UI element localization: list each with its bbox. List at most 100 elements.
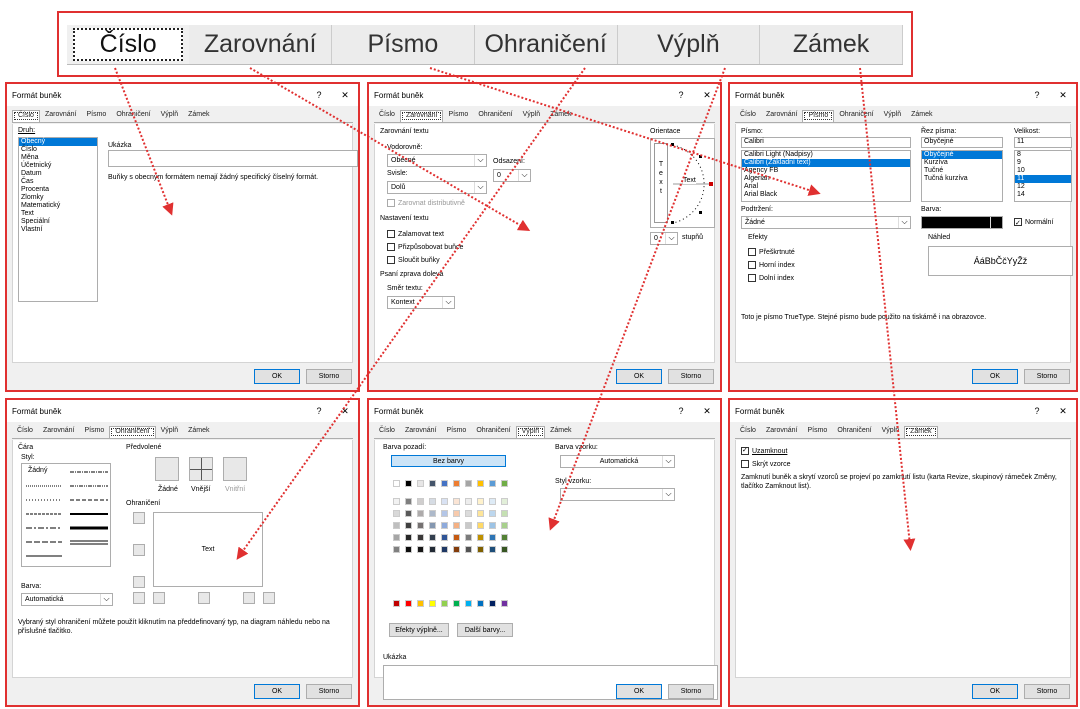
ok-button[interactable]: OK [254, 369, 300, 384]
color-swatch[interactable] [501, 546, 508, 553]
cancel-button[interactable]: Storno [668, 369, 714, 384]
help-icon[interactable]: ? [1024, 406, 1050, 416]
style-item[interactable]: Tučná kurzíva [922, 175, 1002, 183]
color-swatch[interactable] [501, 510, 508, 517]
border-middle-button[interactable] [133, 544, 145, 556]
color-swatch[interactable] [429, 534, 436, 541]
category-item[interactable]: Vlastní [19, 226, 97, 234]
category-item[interactable]: Měna [19, 154, 97, 162]
tab-zamek[interactable]: Zámek [904, 426, 938, 438]
color-swatch[interactable] [477, 498, 484, 505]
color-swatch[interactable] [501, 480, 508, 487]
tab-vypln[interactable]: Výplň [518, 110, 546, 122]
degrees-spinner[interactable]: 0 [650, 232, 678, 245]
color-swatch[interactable] [501, 534, 508, 541]
close-icon[interactable]: ✕ [1050, 406, 1076, 417]
size-item[interactable]: 10 [1015, 167, 1071, 175]
direction-dropdown[interactable]: Kontext [387, 296, 455, 309]
close-icon[interactable]: ✕ [694, 90, 720, 101]
border-right-button[interactable] [243, 592, 255, 604]
font-item[interactable]: Calibri (Základní text) [742, 159, 910, 167]
category-item[interactable]: Obecný [19, 138, 97, 146]
tab-vypln[interactable]: Výplň [156, 110, 184, 122]
ok-button[interactable]: OK [616, 684, 662, 699]
pattern-style-dropdown[interactable] [560, 488, 675, 501]
tab-ohraniceni[interactable]: Ohraničení [473, 110, 517, 122]
style-item[interactable]: Obyčejné [922, 151, 1002, 159]
strike-checkbox[interactable]: Přeškrtnuté [748, 248, 795, 256]
style-input[interactable]: Obyčejné [921, 137, 1003, 148]
category-item[interactable]: Čas [19, 178, 97, 186]
pattern-color-dropdown[interactable]: Automatická [560, 455, 675, 468]
color-swatch[interactable] [453, 534, 460, 541]
tab-cislo[interactable]: Číslo [12, 110, 40, 122]
font-item[interactable]: Calibri Light (Nadpisy) [742, 151, 910, 159]
tab-cislo[interactable]: Číslo [735, 426, 761, 438]
close-icon[interactable]: ✕ [1050, 90, 1076, 101]
cancel-button[interactable]: Storno [1024, 684, 1070, 699]
tab-pismo[interactable]: Písmo [441, 426, 471, 438]
category-item[interactable]: Zlomky [19, 194, 97, 202]
border-preview[interactable]: Text [153, 512, 263, 587]
color-swatch[interactable] [393, 534, 400, 541]
color-swatch[interactable] [441, 498, 448, 505]
shrink-checkbox[interactable]: Přizpůsobovat buňce [387, 243, 463, 251]
color-swatch[interactable] [417, 600, 424, 607]
color-swatch[interactable] [453, 510, 460, 517]
tab-zarovnani[interactable]: Zarovnání [400, 426, 442, 438]
tab-zarovnani[interactable]: Zarovnání [399, 110, 444, 122]
color-swatch[interactable] [465, 546, 472, 553]
orientation-dial[interactable] [669, 141, 714, 227]
close-icon[interactable]: ✕ [694, 406, 720, 417]
tab-vypln[interactable]: Výplň [515, 426, 546, 438]
category-item[interactable]: Datum [19, 170, 97, 178]
color-swatch[interactable] [477, 522, 484, 529]
color-swatch[interactable] [405, 534, 412, 541]
line-style-picker[interactable]: Žádný [21, 463, 111, 567]
color-swatch[interactable] [501, 522, 508, 529]
color-swatch[interactable] [429, 600, 436, 607]
color-swatch[interactable] [489, 498, 496, 505]
subscript-checkbox[interactable]: Dolní index [748, 274, 794, 282]
merge-checkbox[interactable]: Sloučit buňky [387, 256, 440, 264]
color-swatch[interactable] [405, 600, 412, 607]
tab-cislo[interactable]: Číslo [374, 426, 400, 438]
color-swatch[interactable] [429, 522, 436, 529]
no-color-button[interactable]: Bez barvy [391, 455, 506, 467]
color-swatch[interactable] [393, 546, 400, 553]
color-swatch[interactable] [465, 600, 472, 607]
border-left-button[interactable] [153, 592, 165, 604]
ok-button[interactable]: OK [972, 369, 1018, 384]
tab-pismo[interactable]: Písmo [81, 110, 111, 122]
normal-font-checkbox[interactable]: ✓ Normální [1014, 218, 1053, 227]
color-swatch[interactable] [405, 498, 412, 505]
help-icon[interactable]: ? [1024, 90, 1050, 100]
tab-ohraniceni[interactable]: Ohraničení [109, 426, 156, 438]
font-color-dropdown[interactable] [921, 216, 1003, 229]
color-swatch[interactable] [393, 522, 400, 529]
horizontal-dropdown[interactable]: Obecné [387, 154, 487, 167]
size-item[interactable]: 14 [1015, 191, 1071, 199]
preset-outline-button[interactable] [189, 457, 213, 481]
size-input[interactable]: 11 [1014, 137, 1072, 148]
category-item[interactable]: Speciální [19, 218, 97, 226]
font-item[interactable]: Arial Black [742, 191, 910, 199]
color-swatch[interactable] [477, 600, 484, 607]
fill-effects-button[interactable]: Efekty výplně... [389, 623, 449, 637]
tab-zamek[interactable]: Zámek [906, 110, 937, 122]
tab-ohraniceni[interactable]: Ohraničení [471, 426, 515, 438]
tab-zamek[interactable]: Zámek [545, 426, 576, 438]
color-swatch[interactable] [417, 534, 424, 541]
size-item[interactable]: 11 [1015, 175, 1071, 183]
tab-zarovnani[interactable]: Zarovnání [761, 426, 803, 438]
border-top-button[interactable] [133, 512, 145, 524]
font-input[interactable]: Calibri [741, 137, 911, 148]
color-swatch[interactable] [453, 522, 460, 529]
cancel-button[interactable]: Storno [668, 684, 714, 699]
category-item[interactable]: Matematický [19, 202, 97, 210]
top-tab-zamek[interactable]: Zámek [760, 25, 903, 64]
color-swatch[interactable] [405, 546, 412, 553]
tab-vypln[interactable]: Výplň [877, 426, 905, 438]
superscript-checkbox[interactable]: Horní index [748, 261, 795, 269]
preset-inside-button[interactable] [223, 457, 247, 481]
